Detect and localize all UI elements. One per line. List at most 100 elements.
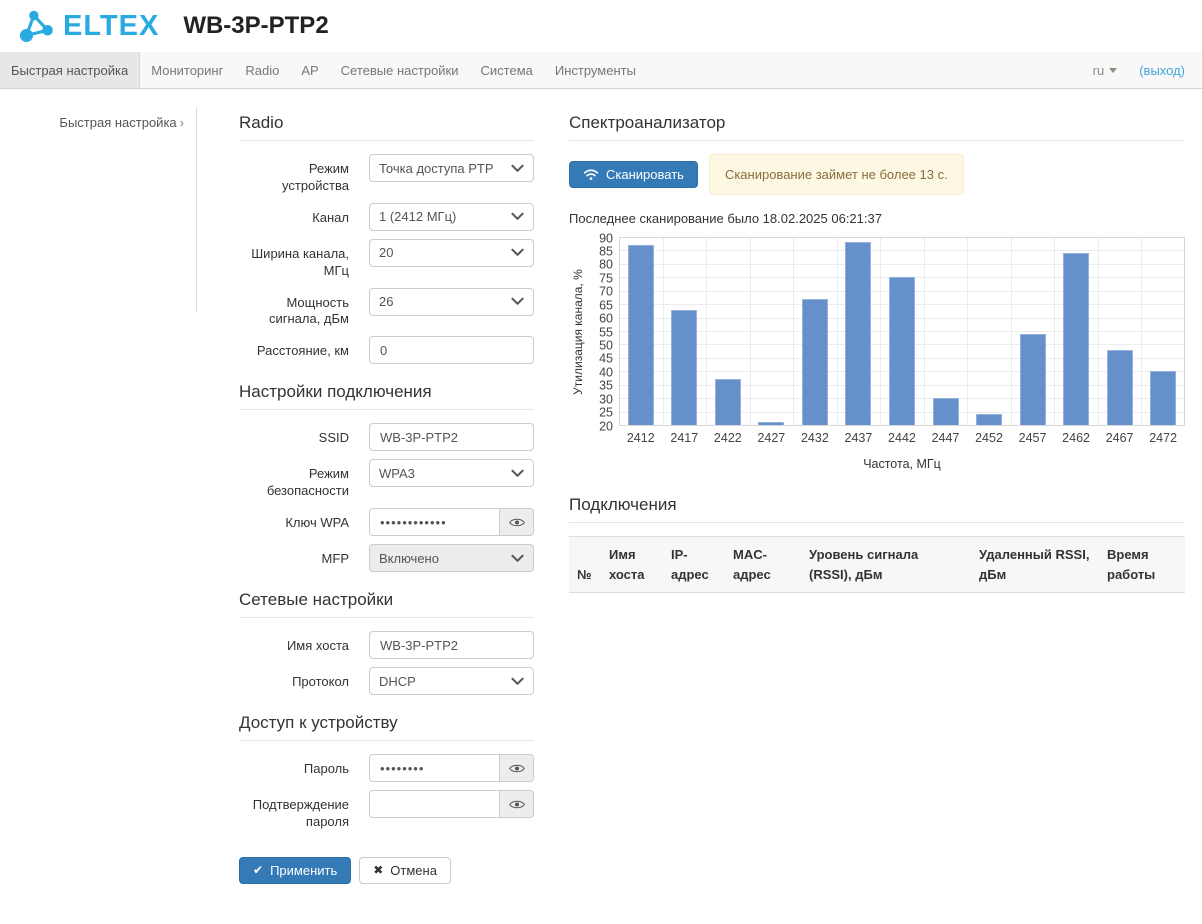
quick-setup-form: Radio Режим устройства Точка доступа PTP… bbox=[239, 107, 534, 884]
chart-bar bbox=[933, 398, 959, 425]
show-password-button[interactable] bbox=[500, 754, 534, 782]
form-row: Ключ WPA bbox=[239, 508, 534, 536]
y-tick-label: 40 bbox=[599, 366, 613, 379]
device-title: WB-3P-PTP2 bbox=[183, 12, 328, 40]
show-wpa-key-button[interactable] bbox=[500, 508, 534, 536]
chart-gridline bbox=[619, 237, 1185, 238]
y-tick-label: 35 bbox=[599, 379, 613, 392]
chevron-down-icon bbox=[511, 248, 524, 257]
x-tick-label: 2417 bbox=[663, 431, 707, 445]
mfp-select[interactable]: Включено bbox=[369, 544, 534, 572]
connections-section: Подключения № Имя хоста IP-адрес MAC-адр… bbox=[569, 495, 1185, 593]
password-confirm-input[interactable] bbox=[369, 790, 500, 818]
y-tick-label: 25 bbox=[599, 406, 613, 419]
tab-ap[interactable]: AP bbox=[290, 52, 329, 88]
section-title-radio: Radio bbox=[239, 113, 534, 141]
y-tick-label: 45 bbox=[599, 353, 613, 366]
tab-monitoring[interactable]: Мониторинг bbox=[140, 52, 234, 88]
x-tick-label: 2447 bbox=[924, 431, 968, 445]
chevron-down-icon bbox=[511, 164, 524, 173]
eye-icon bbox=[509, 517, 525, 528]
form-row: Протокол DHCP bbox=[239, 667, 534, 695]
spectrum-panel: Спектроанализатор Сканировать Сканирован… bbox=[569, 107, 1185, 884]
distance-input[interactable] bbox=[369, 336, 534, 364]
form-row: SSID bbox=[239, 423, 534, 451]
security-mode-select[interactable]: WPA3 bbox=[369, 459, 534, 487]
wpa-key-input[interactable] bbox=[369, 508, 500, 536]
signal-power-label: Мощность сигнала, дБм bbox=[239, 288, 349, 329]
chart-bar bbox=[628, 245, 654, 425]
scan-button[interactable]: Сканировать bbox=[569, 161, 698, 188]
form-row: Мощность сигнала, дБм 26 bbox=[239, 288, 534, 329]
wifi-icon bbox=[583, 168, 599, 181]
chart-gridline bbox=[619, 250, 1185, 251]
y-tick-label: 70 bbox=[599, 285, 613, 298]
password-input[interactable] bbox=[369, 754, 500, 782]
chart-gridline bbox=[1054, 238, 1055, 426]
caret-down-icon bbox=[1109, 68, 1117, 73]
col-uptime: Время работы bbox=[1099, 537, 1185, 593]
chart-bar bbox=[715, 379, 741, 425]
section-title-connection: Настройки подключения bbox=[239, 382, 534, 410]
show-password-confirm-button[interactable] bbox=[500, 790, 534, 818]
chart-y-axis-title: Утилизация канала, % bbox=[569, 238, 587, 426]
hostname-input[interactable] bbox=[369, 631, 534, 659]
ssid-label: SSID bbox=[239, 423, 349, 451]
form-row: Подтверждение пароля bbox=[239, 790, 534, 831]
chart-plot bbox=[619, 238, 1185, 426]
chart-gridline bbox=[880, 238, 881, 426]
channel-select[interactable]: 1 (2412 МГц) bbox=[369, 203, 534, 231]
chart-gridline bbox=[837, 238, 838, 426]
chart-gridline bbox=[706, 238, 707, 426]
x-tick-label: 2442 bbox=[880, 431, 924, 445]
channel-width-value: 20 bbox=[379, 245, 393, 260]
col-mac: MAC-адрес bbox=[725, 537, 801, 593]
chart-bar bbox=[802, 299, 828, 425]
col-hostname: Имя хоста bbox=[601, 537, 663, 593]
chart-bar bbox=[976, 414, 1002, 425]
tab-radio[interactable]: Radio bbox=[234, 52, 290, 88]
form-row: Режим безопасности WPA3 bbox=[239, 459, 534, 500]
ssid-input[interactable] bbox=[369, 423, 534, 451]
tab-quick-setup[interactable]: Быстрая настройка bbox=[0, 52, 140, 88]
signal-power-value: 26 bbox=[379, 294, 393, 309]
tab-tools[interactable]: Инструменты bbox=[544, 52, 647, 88]
eltex-molecule-icon bbox=[17, 7, 57, 45]
section-title-access: Доступ к устройству bbox=[239, 713, 534, 741]
chart-gridline bbox=[619, 425, 1185, 426]
eltex-logo[interactable]: ELTEX bbox=[17, 7, 159, 45]
last-scan-text: Последнее сканирование было 18.02.2025 0… bbox=[569, 211, 1185, 226]
y-tick-label: 55 bbox=[599, 326, 613, 339]
security-mode-value: WPA3 bbox=[379, 466, 415, 481]
cancel-button[interactable]: ✖ Отмена bbox=[359, 857, 451, 884]
chart-bar bbox=[671, 310, 697, 425]
chart-bar bbox=[1150, 371, 1176, 425]
device-mode-label: Режим устройства bbox=[239, 154, 349, 195]
form-row: Имя хоста bbox=[239, 631, 534, 659]
form-row: Ширина канала, МГц 20 bbox=[239, 239, 534, 280]
signal-power-select[interactable]: 26 bbox=[369, 288, 534, 316]
chevron-down-icon bbox=[511, 297, 524, 306]
protocol-label: Протокол bbox=[239, 667, 349, 695]
breadcrumb[interactable]: Быстрая настройка› bbox=[59, 115, 184, 130]
protocol-select[interactable]: DHCP bbox=[369, 667, 534, 695]
tab-network-settings[interactable]: Сетевые настройки bbox=[330, 52, 470, 88]
y-tick-label: 65 bbox=[599, 299, 613, 312]
apply-button[interactable]: ✔ Применить bbox=[239, 857, 351, 884]
channel-width-select[interactable]: 20 bbox=[369, 239, 534, 267]
chart-x-ticks: 2412241724222427243224372442244724522457… bbox=[619, 431, 1185, 445]
check-icon: ✔ bbox=[253, 864, 263, 876]
chart-bar bbox=[758, 422, 784, 425]
form-row: Пароль bbox=[239, 754, 534, 782]
chart-gridline bbox=[924, 238, 925, 426]
col-remote-rssi: Удаленный RSSI, дБм bbox=[971, 537, 1099, 593]
x-tick-label: 2467 bbox=[1098, 431, 1142, 445]
app-header: ELTEX WB-3P-PTP2 bbox=[0, 0, 1202, 52]
device-mode-select[interactable]: Точка доступа PTP bbox=[369, 154, 534, 182]
logout-link[interactable]: (выход) bbox=[1139, 63, 1185, 78]
y-tick-label: 50 bbox=[599, 339, 613, 352]
tab-system[interactable]: Система bbox=[470, 52, 544, 88]
chevron-down-icon bbox=[511, 554, 524, 563]
chart-gridline bbox=[1098, 238, 1099, 426]
language-dropdown[interactable]: ru bbox=[1093, 63, 1118, 78]
